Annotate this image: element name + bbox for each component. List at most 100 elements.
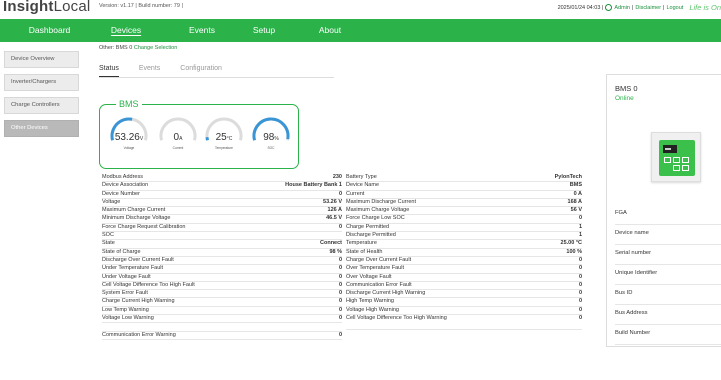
info-row-bus-id: Bus ID — [615, 285, 721, 305]
sidebar-item-device-overview[interactable]: Device Overview — [4, 51, 79, 68]
property-value: 0 A — [573, 190, 582, 197]
gauge-value: 53.26V — [114, 132, 144, 143]
bms-device-image — [651, 132, 701, 182]
property-value: 0 — [578, 315, 582, 322]
breadcrumb: Other: BMS 0 Change Selection — [99, 45, 177, 51]
tab-configuration[interactable]: Configuration — [180, 64, 222, 77]
property-label: Under Temperature Fault — [102, 265, 164, 272]
property-row: Cell Voltage Difference Too High Fault 0 — [102, 281, 342, 291]
nav-devices[interactable]: Devices — [103, 19, 149, 42]
property-row: Maximum Discharge Current 168 A — [346, 198, 582, 208]
nav-events[interactable]: Events — [180, 19, 224, 42]
device-button — [682, 165, 689, 171]
tagline: Life is On — [689, 3, 721, 12]
property-label: Maximum Charge Voltage — [346, 207, 410, 214]
device-button — [673, 165, 680, 171]
property-value: 0 — [338, 281, 342, 288]
logout-link[interactable]: Logout — [666, 5, 683, 11]
sidebar-item-charge-controllers[interactable]: Charge Controllers — [4, 97, 79, 114]
property-label: State of Health — [346, 248, 383, 255]
tab-status[interactable]: Status — [99, 64, 119, 77]
property-label: Discharge Current High Warning — [346, 290, 426, 297]
info-row-build-number: Build Number — [615, 325, 721, 345]
property-value: 0 — [578, 273, 582, 280]
property-label: Communication Error Warning — [102, 331, 176, 338]
info-row-device-name: Device name — [615, 225, 721, 245]
property-value: 25.00 °C — [560, 240, 582, 247]
property-row: Maximum Charge Voltage 56 V — [346, 207, 582, 216]
gauge-value: 25°C — [215, 132, 233, 143]
nav-dashboard[interactable]: Dashboard — [0, 19, 99, 42]
property-row: Under Temperature Fault 0 — [102, 265, 342, 274]
nav-setup[interactable]: Setup — [244, 19, 284, 42]
property-label: Discharge Permitted — [346, 232, 396, 239]
info-row-bus-address: Bus Address — [615, 305, 721, 325]
device-button — [673, 157, 680, 163]
user-link[interactable]: Admin — [614, 5, 630, 11]
property-label: Charge Over Current Fault — [346, 256, 412, 263]
property-value: 0 — [578, 215, 582, 222]
property-row: Discharge Over Current Fault 0 — [102, 257, 342, 266]
breadcrumb-device: Other: BMS 0 — [99, 45, 133, 51]
property-label: Device Number — [102, 190, 140, 197]
property-label: System Error Fault — [102, 290, 148, 297]
gauge-label: Voltage — [123, 146, 135, 150]
sidebar-item-other-devices[interactable]: Other Devices — [4, 120, 79, 137]
property-value: 0 — [338, 190, 342, 197]
property-label: State — [102, 240, 115, 247]
property-label: Cell Voltage Difference Too High Fault — [102, 281, 195, 288]
property-row: High Temp Warning 0 — [346, 298, 582, 307]
property-value: 0 — [338, 290, 342, 297]
property-label: High Temp Warning — [346, 298, 394, 305]
device-title: BMS 0 — [615, 84, 638, 93]
info-row-fga: FGA — [615, 205, 721, 225]
property-value: 0 — [578, 298, 582, 305]
property-row: State of Health 100 % — [346, 249, 582, 257]
property-value: 168 A — [567, 198, 582, 205]
property-row: System Error Fault 0 — [102, 290, 342, 299]
app-logo[interactable]: InsightLocal — [3, 0, 90, 15]
property-label: Device Name — [346, 182, 380, 189]
property-value: 100 % — [566, 248, 582, 255]
disclaimer-link[interactable]: Disclaimer — [635, 5, 661, 11]
property-row: Modbus Address 230 — [102, 174, 342, 183]
version-info: Version: v1.17 | Build number: 79 | — [99, 3, 183, 9]
gauge-value: 0A — [173, 132, 183, 143]
device-face — [659, 140, 695, 176]
change-selection-link[interactable]: Change Selection — [134, 45, 177, 51]
property-row: Device Number 0 — [102, 191, 342, 199]
property-row: Low Temp Warning 0 — [102, 306, 342, 316]
property-label: Force Charge Request Calibration — [102, 223, 186, 230]
user-bar: 2025/01/24 04:03 | Admin | Disclaimer | … — [558, 3, 721, 12]
property-value: 0 — [338, 265, 342, 272]
property-label: Battery Type — [346, 174, 377, 180]
property-value: 0 — [338, 331, 342, 338]
property-row: Force Charge Low SOC 0 — [346, 215, 582, 224]
property-row: State of Charge 98 % — [102, 249, 342, 257]
info-row-serial-number: Serial number — [615, 245, 721, 265]
tab-events[interactable]: Events — [139, 64, 160, 77]
property-value: 0 — [578, 256, 582, 263]
property-label: Under Voltage Fault — [102, 273, 151, 280]
nav-about[interactable]: About — [310, 19, 350, 42]
property-label: Cell Voltage Difference Too High Warning — [346, 315, 447, 322]
property-value: 53.26 V — [323, 198, 342, 205]
property-row — [102, 323, 342, 332]
info-row-unique-identifier: Unique Identifier — [615, 265, 721, 285]
main-nav: Dashboard Devices Events Setup About — [0, 19, 721, 42]
property-value: 0 — [338, 273, 342, 280]
property-label: Voltage — [102, 198, 121, 205]
gauge-voltage: 53.26V Voltage — [108, 115, 150, 157]
property-value: 0 — [338, 306, 342, 313]
property-value: 46.5 V — [326, 215, 342, 222]
property-row: Minimum Discharge Voltage 46.5 V — [102, 215, 342, 224]
property-label: SOC — [102, 232, 114, 239]
property-label: Over Voltage Fault — [346, 273, 392, 280]
property-label: Charge Current High Warning — [102, 298, 175, 305]
property-row: Communication Error Fault 0 — [346, 282, 582, 291]
sidebar-item-inverter-chargers[interactable]: Inverter/Chargers — [4, 74, 79, 91]
property-row: Device Association House Battery Bank 1 — [102, 182, 342, 191]
property-row: Voltage 53.26 V — [102, 198, 342, 208]
property-label: Force Charge Low SOC — [346, 215, 405, 222]
right-property-table: Battery Type PylonTech Device Name BMS Curre… — [346, 174, 582, 331]
